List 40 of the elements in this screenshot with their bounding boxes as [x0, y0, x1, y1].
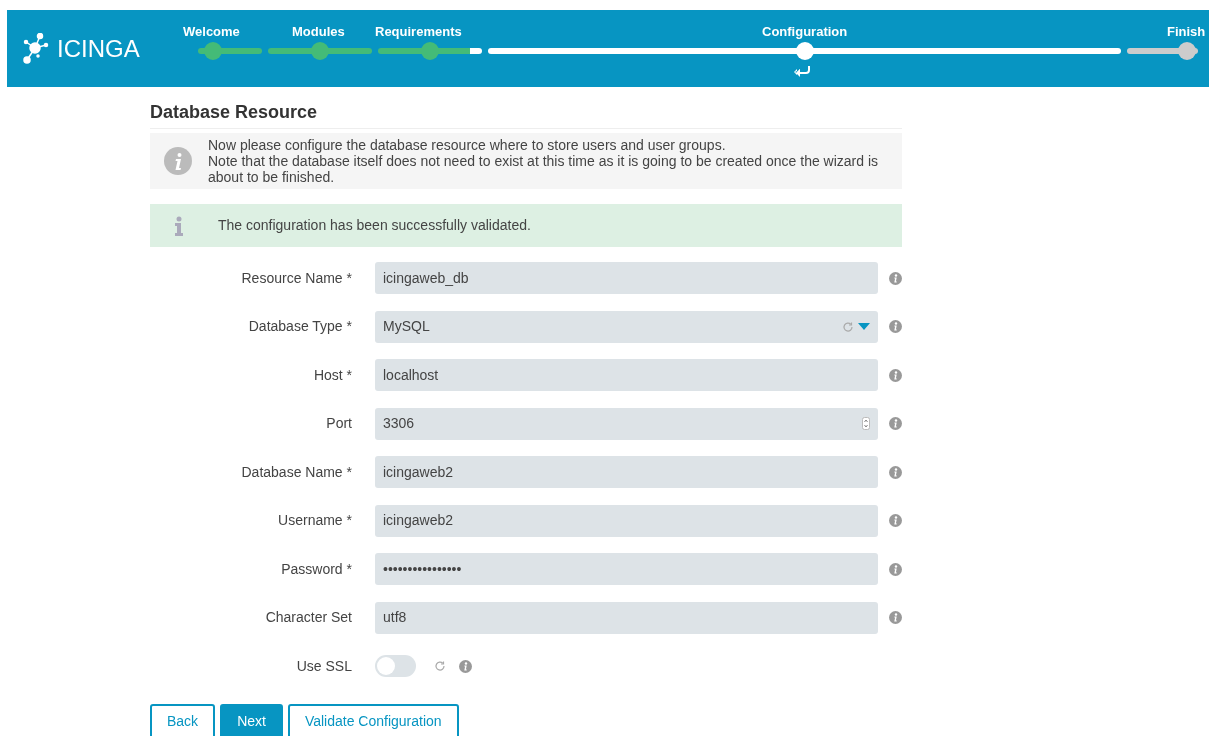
dropdown-field[interactable]: MySQL	[375, 310, 878, 343]
info-icon	[164, 147, 192, 175]
logo-text: ICINGA	[57, 33, 140, 64]
input-field[interactable]: icingaweb_db	[375, 262, 878, 294]
info-icon[interactable]	[889, 562, 902, 576]
info-icon[interactable]	[889, 514, 902, 527]
form-button[interactable]: Validate Configuration	[287, 704, 459, 736]
input-field[interactable]: localhost	[375, 359, 878, 391]
input-field[interactable]: 3306	[375, 407, 878, 440]
field-label: Password *	[280, 559, 352, 579]
info-icon[interactable]	[889, 611, 902, 624]
refresh-icon[interactable]	[434, 660, 446, 672]
info-icon[interactable]	[889, 271, 902, 285]
refresh-icon[interactable]	[842, 320, 854, 333]
info-icon[interactable]	[889, 368, 902, 382]
field-label: Host *	[312, 365, 352, 385]
info-icon	[174, 215, 184, 236]
field-label: Database Type *	[247, 317, 352, 336]
field-label: Use SSL	[295, 656, 352, 676]
info-text: Note that the database itself does not need to exist at this time as it is going to be created once the wizard is about to be finished.	[208, 153, 880, 185]
caret-icon[interactable]	[858, 322, 870, 331]
info-text: Now please configure the database resource where to store users and user groups.	[208, 137, 727, 153]
info-icon[interactable]	[889, 417, 902, 430]
field-label: Character Set	[264, 608, 352, 627]
input-field[interactable]: icingaweb2	[375, 504, 878, 537]
input-field[interactable]: ••••••••••••••••	[375, 553, 878, 585]
input-field[interactable]: utf8	[375, 601, 878, 634]
form-button[interactable]: Back	[150, 704, 216, 736]
field-label: Resource Name *	[240, 268, 352, 288]
field-label: Port	[325, 414, 352, 433]
spinner-icon[interactable]	[862, 417, 870, 430]
success-message: The configuration has been successfully validated.	[218, 216, 531, 235]
toggle-switch[interactable]	[375, 655, 416, 677]
info-icon[interactable]	[889, 320, 902, 333]
info-icon[interactable]	[459, 659, 472, 673]
section-title: Database Resource	[150, 99, 902, 129]
field-label: Username *	[277, 511, 352, 530]
field-label: Database Name *	[240, 462, 352, 482]
input-field[interactable]: icingaweb2	[375, 456, 878, 488]
info-icon[interactable]	[889, 465, 902, 479]
